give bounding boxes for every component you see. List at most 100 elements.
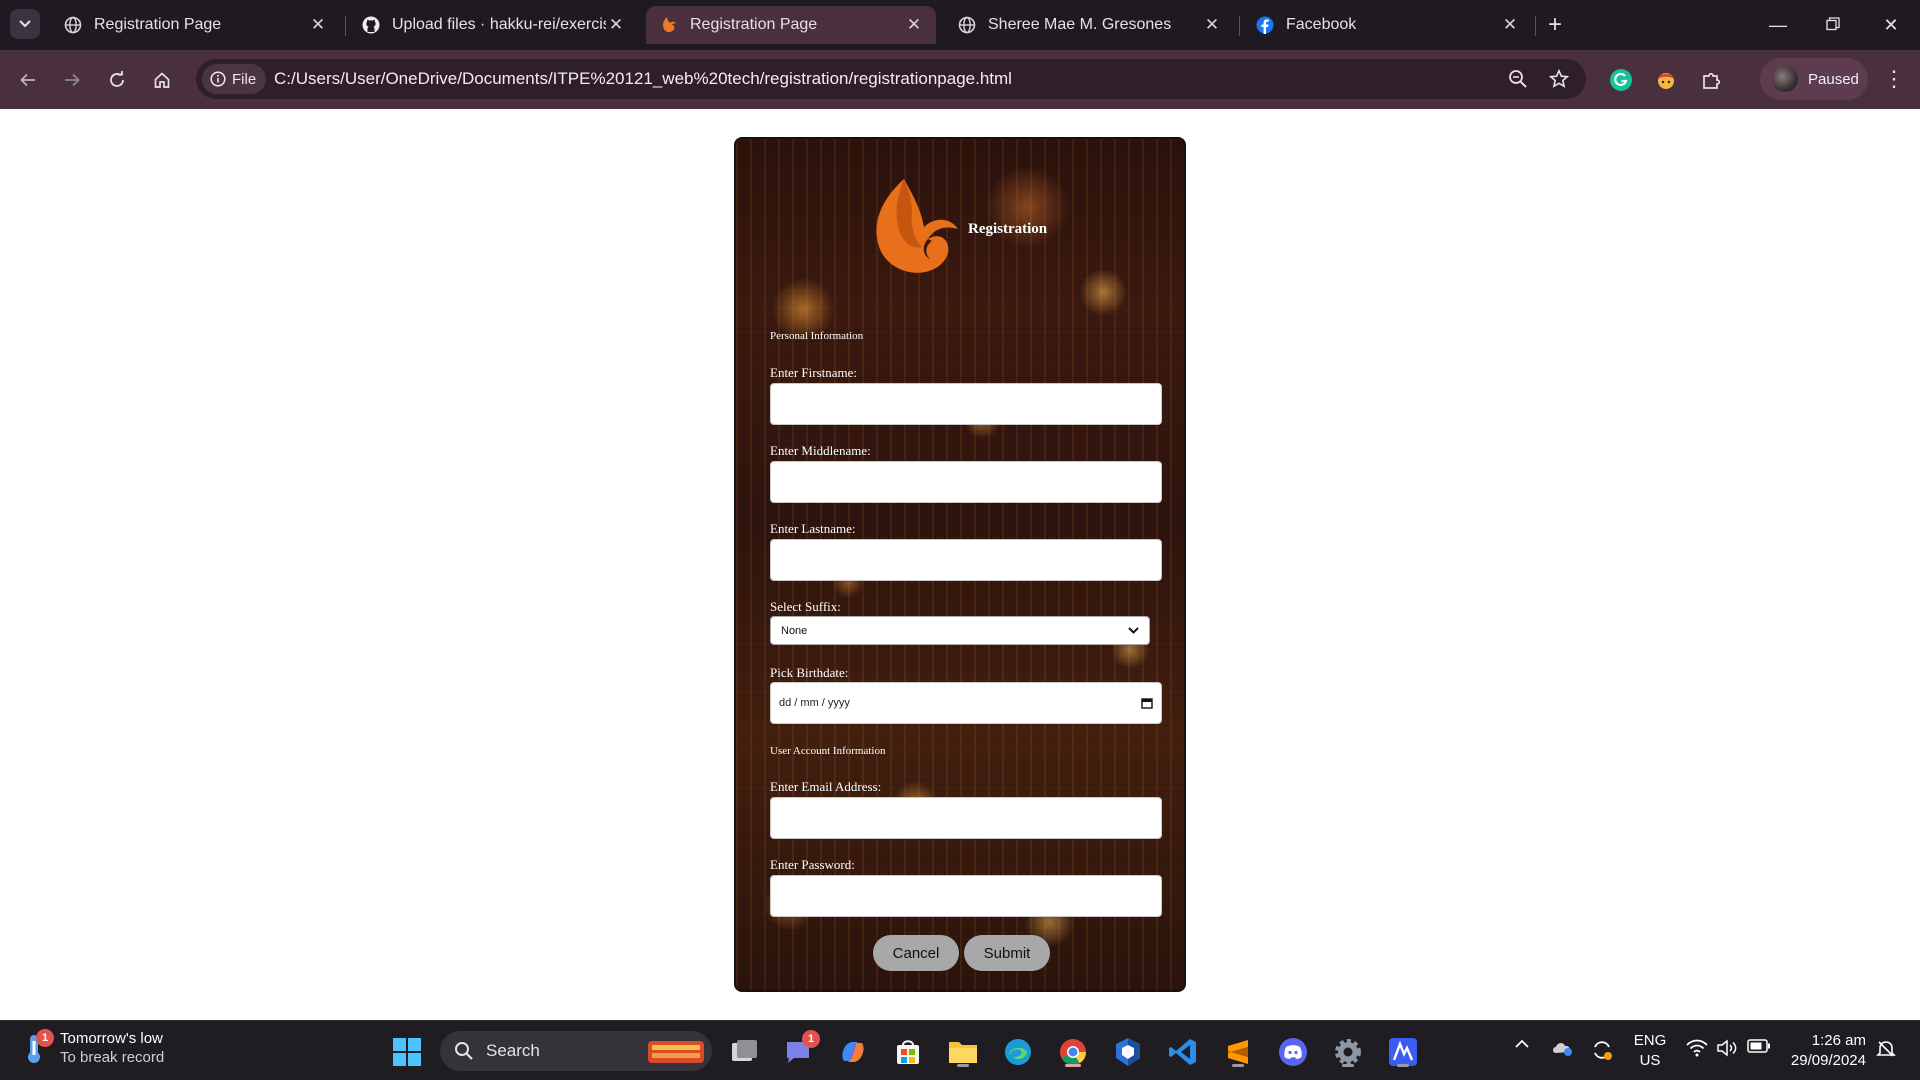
url-text[interactable]: C:/Users/User/OneDrive/Documents/ITPE%20… xyxy=(274,69,1012,89)
close-icon[interactable]: ✕ xyxy=(904,15,924,35)
copilot-button[interactable] xyxy=(835,1034,871,1070)
shield-icon xyxy=(1116,1038,1140,1066)
extensions-button[interactable] xyxy=(1696,64,1728,96)
tab-upload-files[interactable]: Upload files · hakku-rei/exercise ✕ xyxy=(348,6,638,44)
email-label: Enter Email Address: xyxy=(770,779,882,794)
weather-widget[interactable]: 1 Tomorrow's low To break record xyxy=(22,1029,164,1067)
suffix-selected-value: None xyxy=(781,624,808,637)
bookmark-button[interactable] xyxy=(1548,68,1570,90)
sublime-button[interactable] xyxy=(1220,1034,1256,1070)
birthdate-input[interactable]: dd / mm / yyyy xyxy=(770,682,1162,724)
settings-button[interactable] xyxy=(1330,1034,1366,1070)
volume-tray[interactable] xyxy=(1715,1039,1739,1057)
close-window-button[interactable]: ✕ xyxy=(1871,10,1911,40)
address-bar[interactable]: File C:/Users/User/OneDrive/Documents/IT… xyxy=(196,59,1586,99)
gear-icon xyxy=(1335,1039,1361,1065)
site-info-chip[interactable]: File xyxy=(202,64,267,94)
vscode-button[interactable] xyxy=(1165,1034,1201,1070)
tab-divider xyxy=(1239,16,1240,36)
tab-search-button[interactable] xyxy=(10,9,40,39)
running-indicator xyxy=(1342,1064,1354,1067)
password-label: Enter Password: xyxy=(770,857,855,872)
email-input[interactable] xyxy=(770,797,1162,839)
middlename-input[interactable] xyxy=(770,461,1162,503)
chat-badge: 1 xyxy=(802,1030,820,1048)
profile-button[interactable]: Paused xyxy=(1760,58,1868,100)
tab-registration-page-1[interactable]: Registration Page ✕ xyxy=(50,6,340,44)
github-icon xyxy=(362,16,380,34)
search-icon xyxy=(455,1042,473,1060)
wifi-tray[interactable] xyxy=(1685,1039,1709,1057)
new-tab-button[interactable]: + xyxy=(1541,12,1569,40)
discord-button[interactable] xyxy=(1275,1034,1311,1070)
task-view-button[interactable] xyxy=(726,1034,762,1070)
forward-arrow-icon xyxy=(65,73,80,87)
show-hidden-icons-button[interactable] xyxy=(1512,1039,1532,1048)
task-view-icon xyxy=(732,1040,757,1061)
firstname-input[interactable] xyxy=(770,383,1162,425)
home-button[interactable] xyxy=(147,65,177,95)
submit-button[interactable]: Submit xyxy=(964,935,1050,971)
close-icon[interactable]: ✕ xyxy=(308,15,328,35)
reload-button[interactable] xyxy=(102,65,132,95)
app-icon xyxy=(1389,1038,1417,1066)
close-icon: ✕ xyxy=(1883,15,1899,35)
tab-title: Registration Page xyxy=(690,16,818,33)
close-icon[interactable]: ✕ xyxy=(1500,15,1520,35)
minimize-button[interactable]: — xyxy=(1758,10,1798,40)
grammarly-extension[interactable] xyxy=(1605,64,1637,96)
extension-avatar[interactable] xyxy=(1650,64,1682,96)
language-indicator[interactable]: ENG US xyxy=(1630,1031,1670,1071)
edge-button[interactable] xyxy=(1000,1034,1036,1070)
password-input[interactable] xyxy=(770,875,1162,917)
running-indicator xyxy=(1232,1064,1244,1067)
language-code: ENG xyxy=(1633,1032,1667,1049)
notification-center-button[interactable] xyxy=(1874,1039,1898,1059)
lastname-input[interactable] xyxy=(770,539,1162,581)
chevron-down-icon xyxy=(1128,627,1139,634)
active-indicator xyxy=(1065,1064,1081,1067)
suffix-select[interactable]: None xyxy=(770,616,1150,645)
windows-taskbar: 1 Tomorrow's low To break record Search … xyxy=(0,1020,1920,1080)
search-highlight-icon xyxy=(648,1041,704,1063)
speaker-icon xyxy=(1717,1039,1737,1057)
file-explorer-button[interactable] xyxy=(945,1034,981,1070)
teams-chat-button[interactable]: 1 xyxy=(780,1030,820,1070)
onedrive-tray[interactable] xyxy=(1550,1039,1574,1057)
close-icon[interactable]: ✕ xyxy=(1202,15,1222,35)
system-clock[interactable]: 1:26 am 29/09/2024 xyxy=(1776,1031,1866,1071)
forward-button[interactable] xyxy=(57,65,87,95)
browser-menu-button[interactable]: ⋮ xyxy=(1880,65,1908,95)
folder-icon xyxy=(949,1042,977,1063)
middlename-label: Enter Middlename: xyxy=(770,443,871,458)
running-indicator xyxy=(957,1064,969,1067)
weather-subtitle: To break record xyxy=(60,1049,165,1066)
blue-app-button[interactable] xyxy=(1385,1034,1421,1070)
tab-title: Upload files · hakku-rei/exercise xyxy=(392,16,606,33)
taskbar-search[interactable]: Search xyxy=(440,1031,712,1071)
microsoft-store-button[interactable] xyxy=(890,1034,926,1070)
close-icon[interactable]: ✕ xyxy=(606,15,626,35)
security-app-button[interactable] xyxy=(1110,1034,1146,1070)
chrome-button[interactable] xyxy=(1055,1034,1091,1070)
calendar-icon[interactable] xyxy=(1141,697,1153,709)
thermometer-icon: 1 xyxy=(22,1029,54,1065)
sync-tray[interactable] xyxy=(1590,1039,1614,1061)
tab-registration-page-active[interactable]: Registration Page ✕ xyxy=(646,6,936,44)
restore-button[interactable] xyxy=(1813,10,1853,40)
battery-tray[interactable] xyxy=(1746,1039,1772,1053)
zoom-button[interactable] xyxy=(1507,68,1529,90)
home-icon xyxy=(154,72,170,88)
back-button[interactable] xyxy=(13,65,43,95)
store-icon xyxy=(897,1040,919,1064)
fox-logo-icon xyxy=(876,179,958,273)
cancel-button[interactable]: Cancel xyxy=(873,935,959,971)
star-icon xyxy=(1549,69,1569,88)
windows-logo-icon xyxy=(393,1038,421,1066)
copilot-icon xyxy=(842,1042,864,1062)
start-button[interactable] xyxy=(389,1034,425,1070)
tab-title: Sheree Mae M. Gresones xyxy=(988,16,1172,33)
tab-facebook[interactable]: Facebook ✕ xyxy=(1242,6,1532,44)
form-header: Registration xyxy=(736,177,1184,287)
tab-sheree-mae[interactable]: Sheree Mae M. Gresones ✕ xyxy=(944,6,1234,44)
